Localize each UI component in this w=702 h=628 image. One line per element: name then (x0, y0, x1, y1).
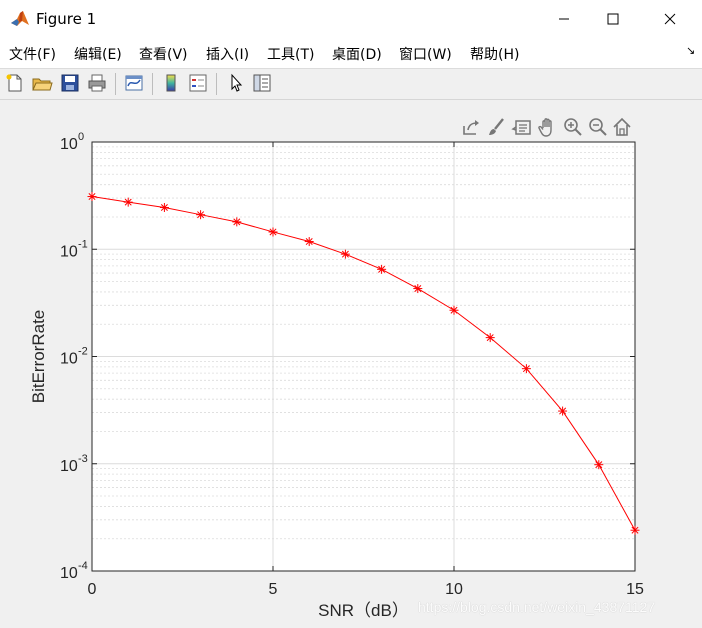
select-arrow-icon[interactable] (225, 72, 247, 94)
menu-desktop[interactable]: 桌面(D) (332, 44, 382, 64)
link-plot-icon[interactable] (123, 72, 145, 94)
toolbar-separator (152, 73, 153, 95)
watermark-text: https://blog.csdn.net/weixin_43871127 (418, 599, 656, 615)
y-tick-label-base: 10 (60, 243, 78, 260)
close-button[interactable] (647, 0, 693, 38)
y-tick-label-exponent: -3 (78, 453, 88, 465)
menu-view[interactable]: 查看(V) (139, 44, 188, 64)
x-tick-label: 10 (445, 581, 463, 598)
open-file-icon[interactable] (31, 72, 53, 94)
x-tick-label: 15 (626, 581, 644, 598)
ber-data-point (87, 192, 97, 202)
property-inspector-icon[interactable] (251, 72, 273, 94)
title-bar: Figure 1 (0, 0, 702, 38)
menu-bar: 文件(F) 编辑(E) 查看(V) 插入(I) 工具(T) 桌面(D) 窗口(W… (0, 38, 702, 69)
ber-data-point (196, 210, 206, 220)
y-tick-label-base: 10 (60, 458, 78, 475)
matlab-logo-icon (10, 9, 30, 29)
menu-overflow-icon[interactable]: ↘ (686, 44, 695, 57)
ber-data-point (268, 227, 278, 237)
y-tick-label-base: 10 (60, 351, 78, 368)
ber-chart: 0 5 10 15 10 -410 -310 -210 -110 0 SNR（dB） BitEr… (29, 131, 644, 620)
menu-edit[interactable]: 编辑(E) (74, 44, 122, 64)
menu-tools[interactable]: 工具(T) (267, 44, 314, 64)
ber-data-point (304, 237, 314, 247)
minimize-icon (558, 10, 570, 29)
figure-window: Figure 1 文件(F) 编辑(E) 查看(V) 插入(I) 工具(T) 桌… (0, 0, 702, 628)
window-title: Figure 1 (36, 10, 97, 28)
menu-window[interactable]: 窗口(W) (399, 44, 452, 64)
maximize-icon (607, 10, 619, 29)
ber-data-point (159, 203, 169, 213)
colorbar-icon[interactable] (160, 72, 182, 94)
x-tick-label: 5 (269, 581, 278, 598)
x-axis-label: SNR（dB） (318, 601, 409, 620)
y-tick-label-exponent: 0 (78, 131, 84, 143)
x-tick-labels: 0 5 10 15 (88, 581, 644, 598)
toolbar-separator (115, 73, 116, 95)
minimize-button[interactable] (541, 0, 587, 38)
y-tick-labels: 10 -410 -310 -210 -110 0 (60, 131, 88, 582)
figure-toolbar (0, 69, 702, 100)
y-tick-label-exponent: -2 (78, 346, 88, 358)
y-tick-label-exponent: -1 (78, 238, 88, 250)
new-figure-icon[interactable] (4, 72, 26, 94)
y-tick-label-base: 10 (60, 565, 78, 582)
print-icon[interactable] (86, 72, 108, 94)
menu-file[interactable]: 文件(F) (9, 44, 56, 64)
menu-help[interactable]: 帮助(H) (470, 44, 519, 64)
toolbar-separator (216, 73, 217, 95)
maximize-button[interactable] (590, 0, 636, 38)
x-tick-label: 0 (88, 581, 97, 598)
y-tick-label-base: 10 (60, 136, 78, 153)
save-icon[interactable] (59, 72, 81, 94)
y-axis-label: BitErrorRate (29, 310, 48, 404)
ber-data-point (449, 305, 459, 315)
ber-data-point (232, 217, 242, 227)
menu-insert[interactable]: 插入(I) (206, 44, 249, 64)
y-tick-label-exponent: -4 (78, 560, 88, 572)
legend-icon[interactable] (187, 72, 209, 94)
close-icon (664, 10, 676, 29)
